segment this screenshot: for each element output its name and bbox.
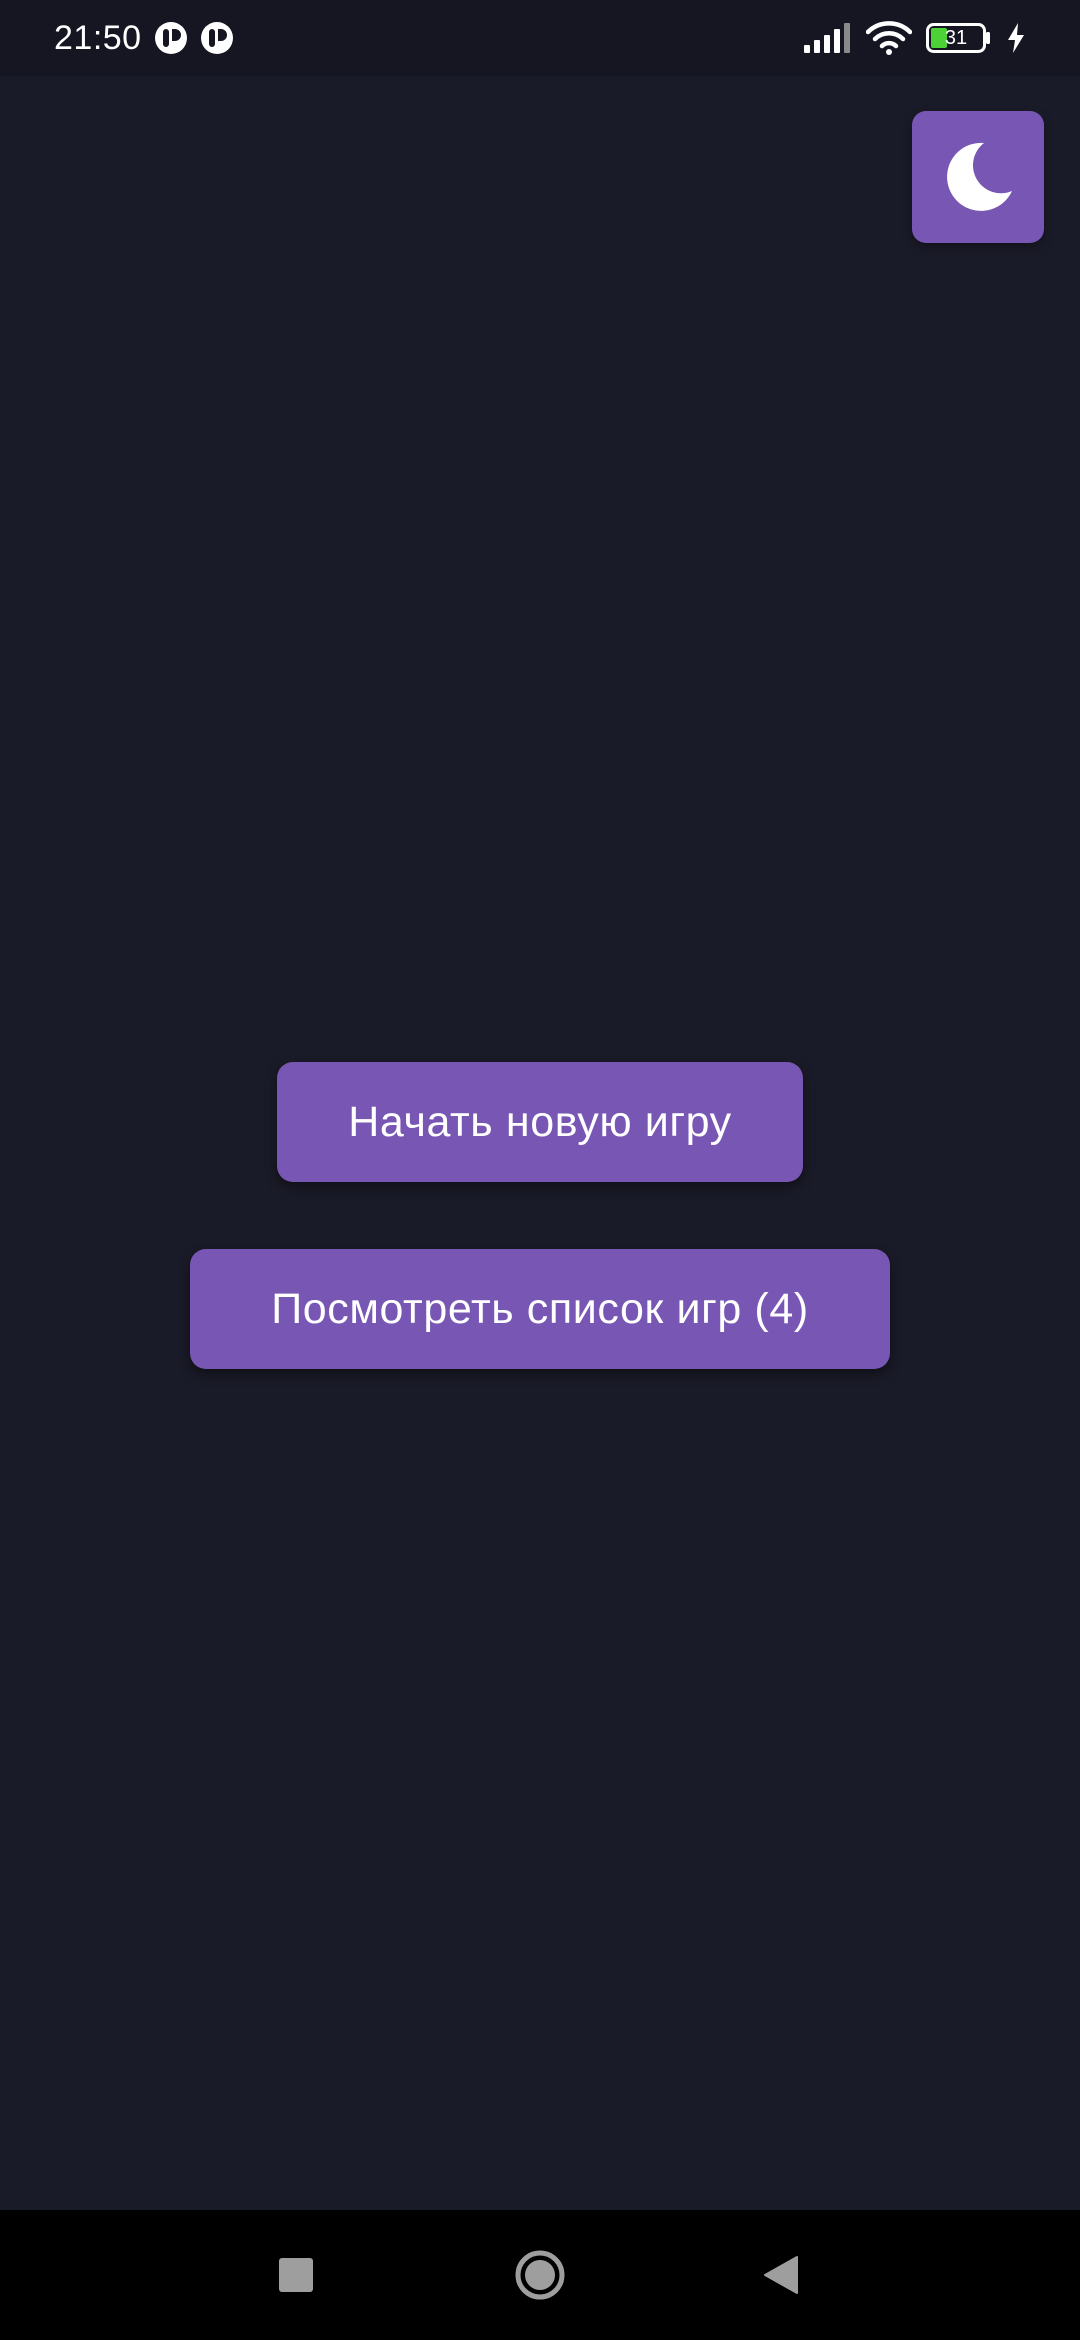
battery-level: 31 [944,26,968,49]
game-list-button[interactable]: Посмотреть список игр (4) [190,1249,890,1369]
back-button[interactable] [716,2210,846,2340]
charging-icon [1008,23,1024,53]
battery-icon: 31 [926,23,992,53]
new-game-button[interactable]: Начать новую игру [277,1062,803,1182]
moon-icon [947,142,1012,211]
status-bar: 21:50 31 [0,0,1080,76]
app-notification-icon [200,22,233,54]
status-right: 31 [804,21,1026,55]
home-button[interactable] [475,2210,605,2340]
app-notification-icon [154,22,187,54]
wifi-icon [866,21,912,55]
app-screen: 21:50 31 Начать новую игру Посмотреть сп… [0,0,1080,2340]
status-time: 21:50 [54,18,142,57]
signal-icon [804,23,850,53]
back-icon [764,2256,798,2294]
home-icon [515,2250,565,2300]
status-left: 21:50 [54,19,234,58]
recent-apps-button[interactable] [231,2210,361,2340]
theme-toggle-button[interactable] [912,111,1044,243]
navigation-bar [0,2210,1080,2340]
recent-apps-icon [279,2258,313,2292]
